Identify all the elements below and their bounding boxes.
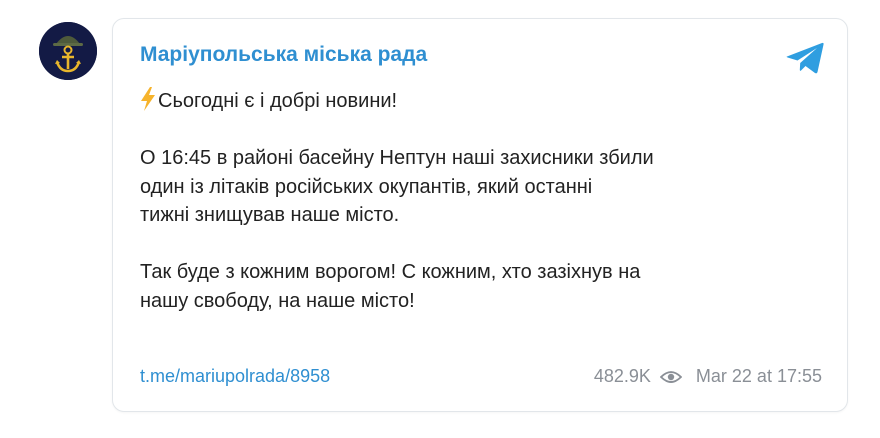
post-meta: 482.9K Mar 22 at 17:55 [594,366,822,387]
message-line-5: тижні знищував наше місто. [140,204,400,226]
eye-icon [659,370,682,383]
message-line-1-text: Сьогодні є і добрі новини! [158,90,398,112]
message-line-7: Так буде з кожним ворогом! С кожним, хто… [140,261,641,283]
lightning-icon [141,87,155,111]
message-line-1: Сьогодні є і добрі новини! [140,87,830,116]
channel-avatar[interactable] [39,22,97,80]
post-link[interactable]: t.me/mariupolrada/8958 [140,366,330,387]
telegram-icon[interactable] [785,41,825,75]
message-text: Сьогодні є і добрі новини! О 16:45 в рай… [140,87,830,315]
message-line-4: один із літаків російських окупантів, як… [140,175,593,198]
anchor-helmet-icon [39,22,97,80]
telegram-post-card: Маріупольська міська рада Сьогодні є і д… [112,18,848,412]
message-line-8: нашу свободу, на наше місто! [140,289,415,312]
channel-name-link[interactable]: Маріупольська міська рада [140,43,427,67]
view-count: 482.9K [593,366,651,386]
message-line-3: О 16:45 в районі басейну Нептун наші зах… [140,147,654,169]
post-date[interactable]: Mar 22 at 17:55 [696,366,822,387]
